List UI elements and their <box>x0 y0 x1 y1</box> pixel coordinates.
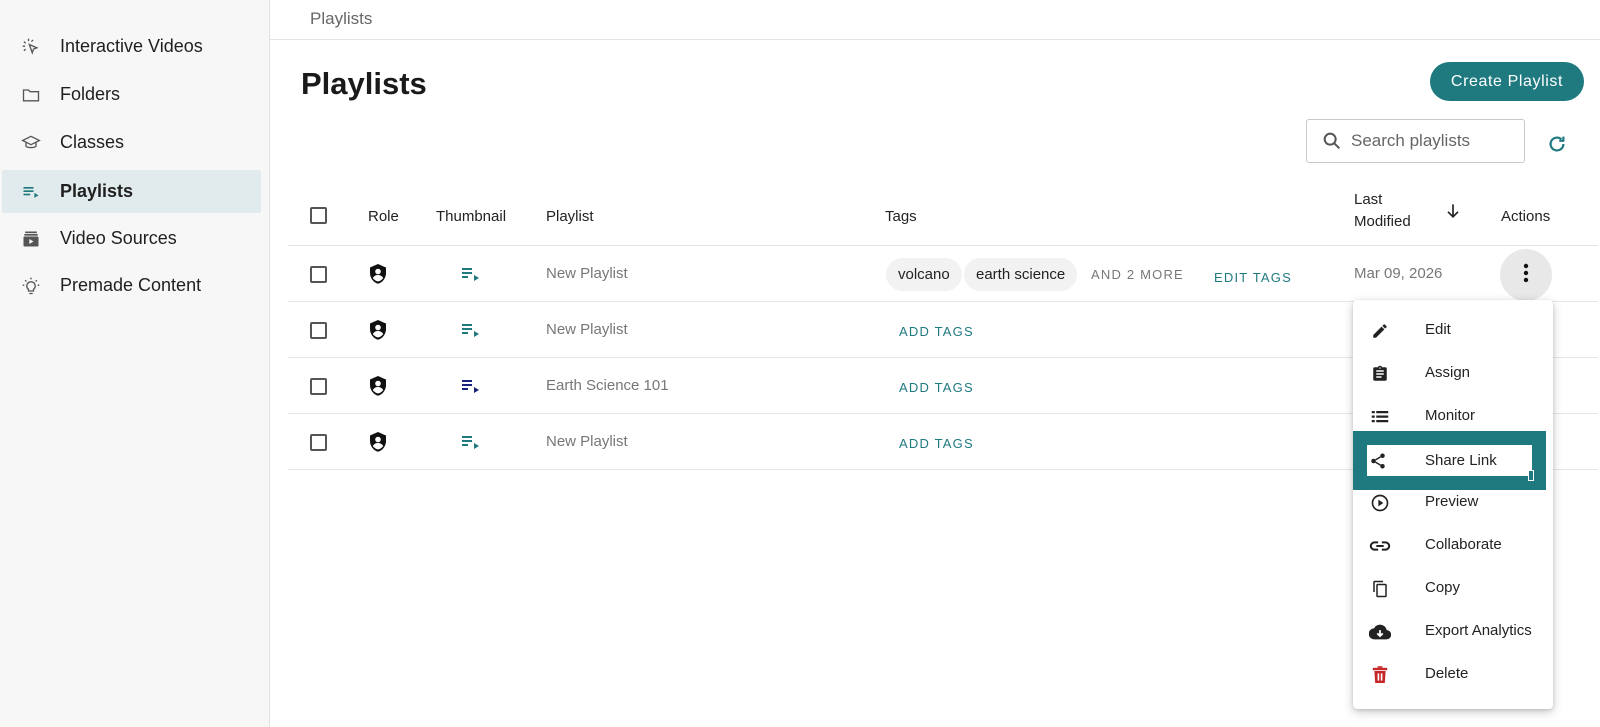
link-icon <box>1369 535 1391 557</box>
share-icon <box>1369 451 1387 476</box>
row-checkbox[interactable] <box>310 266 327 283</box>
shield-person-icon <box>368 431 388 458</box>
playlist-thumbnail-icon[interactable] <box>462 435 480 454</box>
search-icon <box>1321 130 1343 157</box>
menu-item-label: Preview <box>1425 493 1479 510</box>
menu-item-label: Collaborate <box>1425 536 1502 553</box>
row-checkbox[interactable] <box>310 434 327 451</box>
clipboard-icon <box>1369 363 1391 385</box>
menu-item-label: Copy <box>1425 579 1461 596</box>
table-row[interactable]: New Playlist volcano earth science AND 2… <box>288 246 1598 302</box>
sidebar: Interactive Videos Folders Classes Playl… <box>0 0 270 727</box>
playlist-name[interactable]: New Playlist <box>546 265 628 282</box>
trash-icon <box>1369 664 1391 686</box>
sidebar-item-label: Playlists <box>60 181 134 201</box>
menu-item-label: Delete <box>1425 665 1469 682</box>
table-header: Role Thumbnail Playlist Tags Last Modifi… <box>288 189 1598 246</box>
sidebar-item-label: Premade Content <box>60 275 202 295</box>
add-tags-link[interactable]: ADD TAGS <box>899 380 974 395</box>
menu-item-assign[interactable]: Assign <box>1353 352 1553 395</box>
mouse-cursor-icon <box>1528 470 1534 481</box>
sidebar-item-playlists[interactable]: Playlists <box>2 170 261 213</box>
playlist-thumbnail-icon[interactable] <box>462 267 480 286</box>
menu-item-label: Assign <box>1425 364 1471 381</box>
menu-item-collaborate[interactable]: Collaborate <box>1353 524 1553 567</box>
row-actions-button[interactable] <box>1500 249 1552 301</box>
search-input[interactable] <box>1351 128 1516 154</box>
menu-item-copy[interactable]: Copy <box>1353 567 1553 610</box>
column-header-tags: Tags <box>885 208 917 225</box>
sidebar-item-video-sources[interactable]: Video Sources <box>2 217 261 260</box>
create-playlist-button[interactable]: Create Playlist <box>1430 62 1584 101</box>
menu-item-edit[interactable]: Edit <box>1353 309 1553 352</box>
refresh-icon[interactable] <box>1546 133 1568 160</box>
row-actions-menu: Edit Assign Monitor Share Link Preview C… <box>1353 300 1553 709</box>
list-icon <box>1369 406 1391 428</box>
column-header-actions: Actions <box>1501 208 1551 225</box>
top-bar: Playlists <box>270 0 1600 40</box>
sidebar-item-classes[interactable]: Classes <box>2 121 261 164</box>
edit-tags-link[interactable]: EDIT TAGS <box>1214 270 1292 285</box>
menu-item-delete[interactable]: Delete <box>1353 653 1553 696</box>
shield-person-icon <box>368 319 388 346</box>
menu-item-export-analytics[interactable]: Export Analytics <box>1353 610 1553 653</box>
sidebar-item-label: Classes <box>60 132 125 152</box>
add-tags-link[interactable]: ADD TAGS <box>899 324 974 339</box>
search-box <box>1306 119 1525 163</box>
shield-person-icon <box>368 263 388 290</box>
playlist-icon <box>20 181 42 203</box>
sidebar-item-label: Folders <box>60 84 121 104</box>
page-title: Playlists <box>301 66 427 101</box>
menu-item-label: Monitor <box>1425 407 1476 424</box>
playlist-thumbnail-icon[interactable] <box>462 323 480 342</box>
sidebar-item-label: Interactive Videos <box>60 36 203 56</box>
sort-arrow-down-icon[interactable] <box>1443 201 1463 226</box>
pencil-icon <box>1369 320 1391 342</box>
share-link-label: Share Link <box>1425 452 1497 469</box>
graduation-cap-icon <box>20 132 42 154</box>
breadcrumb: Playlists <box>310 9 373 28</box>
cloud-download-icon <box>1369 621 1391 643</box>
last-modified-date: Mar 09, 2026 <box>1354 265 1443 282</box>
playlist-name[interactable]: Earth Science 101 <box>546 377 669 394</box>
cursor-click-icon <box>20 36 42 58</box>
column-header-last-modified-line2[interactable]: Modified <box>1354 213 1411 230</box>
row-checkbox[interactable] <box>310 322 327 339</box>
shield-person-icon <box>368 375 388 402</box>
column-header-last-modified-line1[interactable]: Last <box>1354 191 1382 208</box>
select-all-checkbox[interactable] <box>310 207 327 224</box>
sidebar-item-premade-content[interactable]: Premade Content <box>2 264 261 307</box>
sidebar-item-folders[interactable]: Folders <box>2 73 261 116</box>
column-header-thumbnail: Thumbnail <box>436 208 507 225</box>
menu-item-label: Export Analytics <box>1425 622 1532 639</box>
lightbulb-icon <box>20 275 42 297</box>
play-circle-icon <box>1369 492 1391 514</box>
sidebar-item-interactive-videos[interactable]: Interactive Videos <box>2 25 261 68</box>
folder-icon <box>20 84 42 106</box>
column-header-role: Role <box>368 208 399 225</box>
copy-icon <box>1369 578 1391 600</box>
sidebar-item-label: Video Sources <box>60 228 177 248</box>
menu-item-label: Edit <box>1425 321 1451 338</box>
row-checkbox[interactable] <box>310 378 327 395</box>
tag-chip[interactable]: earth science <box>964 258 1078 291</box>
column-header-playlist: Playlist <box>546 208 594 225</box>
playlist-name[interactable]: New Playlist <box>546 321 628 338</box>
playlist-thumbnail-icon[interactable] <box>462 379 480 398</box>
tag-chip[interactable]: volcano <box>886 258 962 291</box>
playlist-name[interactable]: New Playlist <box>546 433 628 450</box>
add-tags-link[interactable]: ADD TAGS <box>899 436 974 451</box>
more-tags-label: AND 2 MORE <box>1091 267 1184 282</box>
video-library-icon <box>20 228 42 250</box>
more-vertical-icon <box>1523 263 1529 288</box>
